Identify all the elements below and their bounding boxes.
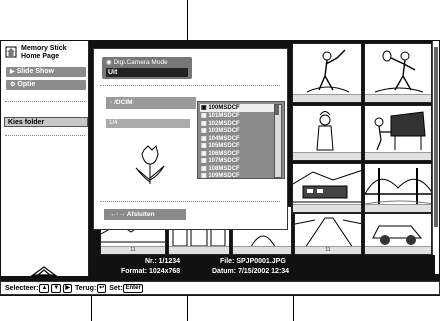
thumb-caption — [365, 246, 431, 254]
bridge-icon — [365, 168, 431, 205]
piano-player-icon — [374, 111, 426, 151]
arrow-down-icon: ▼ — [51, 283, 62, 293]
tulip-icon — [135, 145, 165, 184]
folder-icon: ▣ — [201, 150, 207, 157]
thumb-caption — [365, 204, 431, 212]
divider — [5, 135, 85, 136]
thumb-caption: 11 — [101, 246, 165, 254]
thumbnail[interactable] — [292, 43, 362, 103]
format-label: Format: — [121, 268, 148, 275]
thumb-caption — [169, 246, 229, 254]
camera-icon: ◉ — [106, 59, 112, 66]
tennis-player-icon — [374, 50, 424, 93]
page-indicator: 1/4 — [106, 119, 190, 128]
options-icon: ⚙ — [10, 82, 16, 88]
car-icon — [372, 225, 423, 245]
folder-icon: ▣ — [201, 120, 207, 127]
folder-list-scrollbar[interactable] — [274, 104, 282, 178]
thumbnail[interactable] — [292, 163, 362, 213]
folder-icon: ▣ — [201, 135, 207, 142]
folder-icon: ▣ — [201, 158, 207, 164]
nr-label: Nr.: — [145, 258, 157, 265]
close-icon: ←·→ — [110, 211, 126, 218]
thumb-caption — [293, 94, 361, 102]
thumbnail[interactable] — [364, 105, 432, 161]
back-label: Terug: — [74, 285, 97, 292]
road-icon — [295, 217, 361, 249]
select-label: Selecteer: — [5, 285, 39, 292]
folder-icon: ▣ — [201, 143, 207, 149]
thumb-caption — [293, 152, 361, 160]
folder-item[interactable]: ▣ 109MSDCF — [201, 172, 240, 180]
arrow-up-icon: ▲ — [39, 283, 50, 293]
slideshow-icon: ▶ — [10, 69, 15, 75]
thumbnail[interactable]: 11 — [294, 213, 362, 255]
nr-value: 1/1234 — [158, 258, 181, 265]
thumbnail-scrollbar[interactable] — [432, 41, 439, 274]
back-key-icon: ↩ — [97, 283, 107, 293]
set-label: Set: — [109, 285, 123, 292]
thumbnail[interactable] — [292, 105, 362, 161]
divider — [100, 201, 280, 202]
file-value: SPJP0001.JPG — [236, 258, 286, 265]
memory-stick-logo-icon — [31, 266, 57, 277]
slide-show-button[interactable]: ▶ Slide Show — [6, 67, 86, 77]
dcim-folder-button[interactable]: ◦ /DCIM — [106, 97, 196, 109]
folder-icon: ◦ — [110, 99, 113, 106]
chef-icon — [316, 111, 334, 151]
home-page-label: Memory Stick Home Page — [21, 45, 67, 60]
scroll-thumb[interactable] — [434, 47, 438, 227]
arrow-right-icon: ▶ — [63, 283, 72, 293]
folder-icon: ▣ — [201, 165, 207, 172]
thumbnail[interactable] — [364, 213, 432, 255]
divider — [5, 101, 85, 102]
home-icon — [5, 46, 17, 58]
train-landscape-icon — [293, 170, 361, 203]
optie-button[interactable]: ⚙ Optie — [6, 80, 86, 90]
sidebar: Memory Stick Home Page ▶ Slide Show ⚙ Opti… — [1, 41, 89, 277]
folder-icon: ▣ — [201, 105, 207, 111]
thumbnail[interactable] — [364, 163, 432, 213]
enter-key: Enter — [123, 283, 143, 293]
home-page-link[interactable]: Memory Stick Home Page — [5, 44, 85, 66]
thumb-caption: 11 — [295, 246, 361, 254]
folder-item-selected[interactable]: ▣ 100MSDCF — [200, 104, 274, 112]
thumbnail[interactable] — [364, 43, 432, 103]
folder-icon: ▣ — [201, 128, 207, 134]
camera-mode-value: Uit — [106, 68, 188, 77]
camera-mode-box[interactable]: ◉ Digi.Camera Mode Uit — [102, 57, 192, 79]
close-button[interactable]: ←·→ Afsluiten — [104, 209, 186, 220]
scroll-thumb[interactable] — [275, 105, 279, 115]
divider — [100, 85, 280, 86]
baseball-player-icon — [306, 49, 350, 93]
date-value: 7/15/2002 12:34 — [238, 268, 290, 275]
folder-icon: ▣ — [201, 113, 207, 119]
thumb-caption — [293, 204, 361, 212]
thumb-caption — [233, 246, 291, 254]
folder-icon: ▣ — [201, 173, 207, 179]
file-label: File: — [220, 258, 235, 265]
kies-folder-button[interactable]: Kies folder — [4, 117, 88, 127]
image-info-bar: Nr.: 1/1234 Format: 1024x768 File: SPJP0… — [90, 255, 435, 281]
date-label: Datum: — [212, 268, 237, 275]
thumb-caption — [365, 94, 431, 102]
folder-select-panel: ◉ Digi.Camera Mode Uit ◦ /DCIM 1/4 ▣ 100… — [93, 48, 288, 230]
thumb-caption — [365, 152, 431, 160]
key-help-bar: Selecteer: ▲ ▼ ▶ Terug: ↩ Set: Enter — [0, 281, 440, 295]
folder-list[interactable]: ▣ 100MSDCF ▣ 101MSDCF ▣ 102MSDCF ▣ 103MS… — [197, 101, 285, 179]
format-value: 1024x768 — [149, 268, 181, 275]
